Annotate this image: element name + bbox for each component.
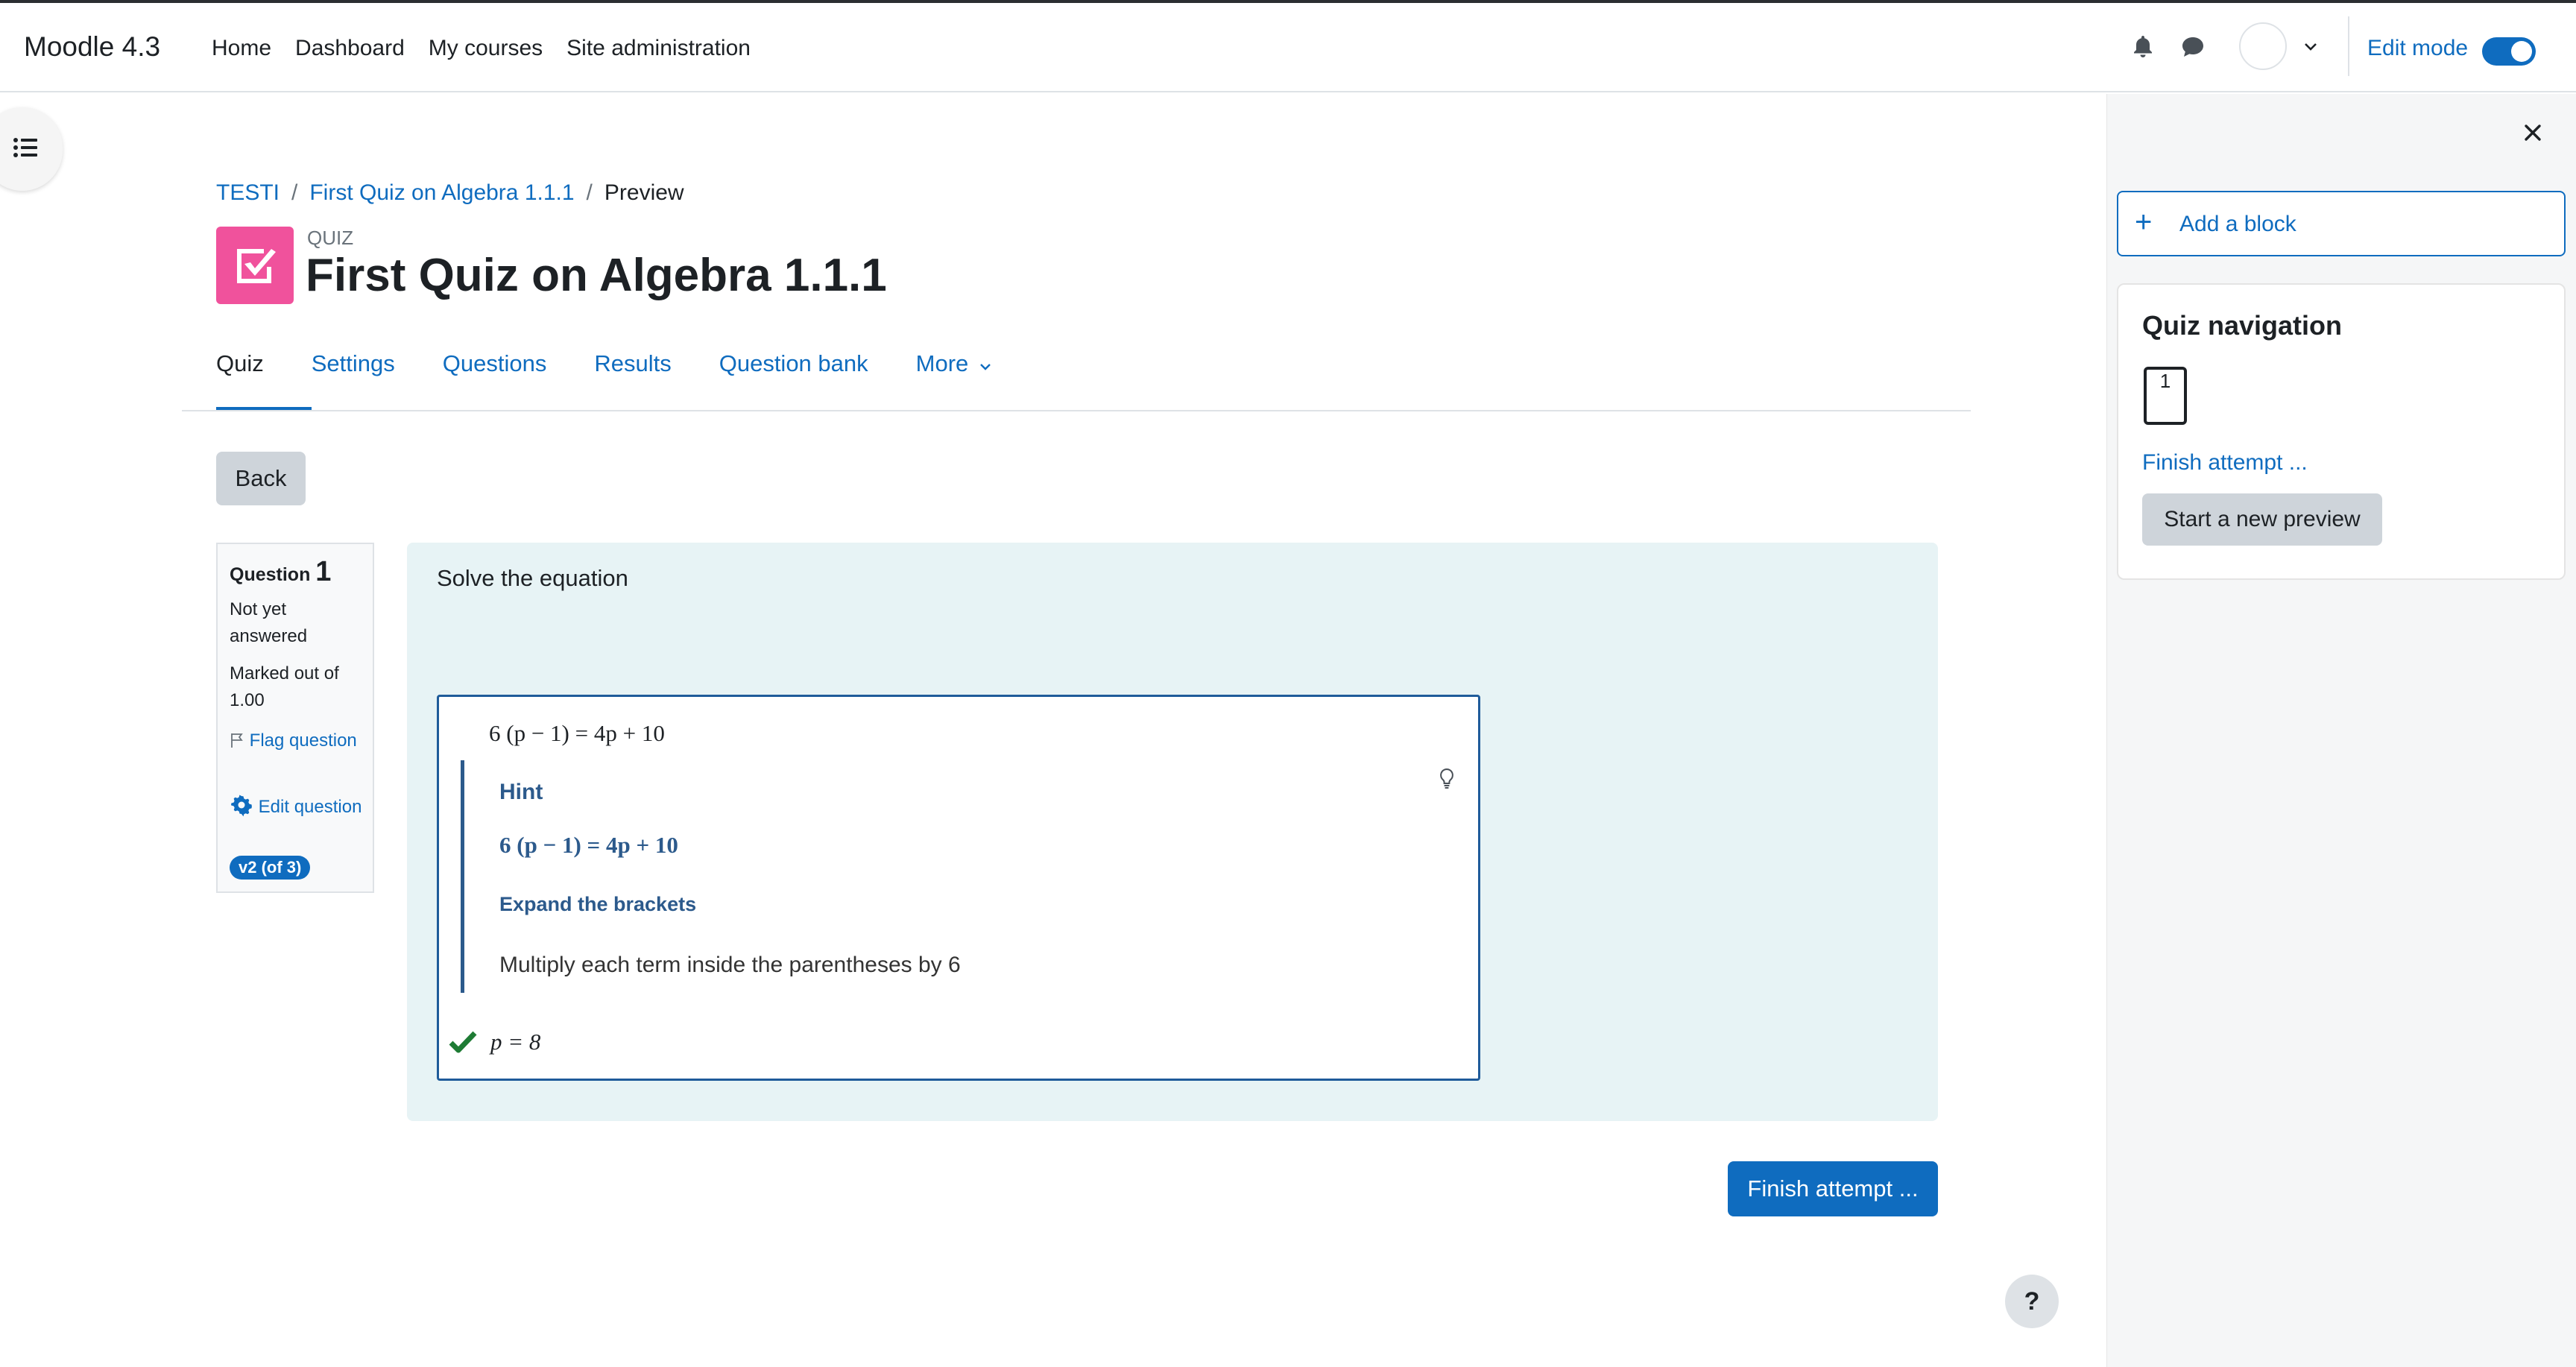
tab-settings[interactable]: Settings: [312, 350, 395, 377]
tab-quiz[interactable]: Quiz: [216, 350, 264, 377]
tab-results[interactable]: Results: [594, 350, 671, 377]
quiz-nav-question-number: 1: [2159, 370, 2171, 392]
secondary-nav-border: [182, 410, 1971, 411]
start-new-preview-button[interactable]: Start a new preview: [2142, 493, 2382, 546]
navbar-divider: [2348, 16, 2349, 76]
lightbulb-icon[interactable]: [1439, 768, 1455, 794]
hint-text: Multiply each term inside the parenthese…: [499, 953, 961, 977]
flag-icon: [231, 733, 243, 748]
user-menu-chevron-down-icon[interactable]: [2303, 42, 2318, 56]
edit-mode-toggle[interactable]: [2482, 37, 2536, 66]
tab-more-label: More: [915, 350, 969, 376]
tab-question-bank[interactable]: Question bank: [719, 350, 868, 377]
breadcrumb-current: Preview: [604, 180, 684, 205]
nav-home[interactable]: Home: [212, 36, 271, 61]
top-navbar: Moodle 4.3 Home Dashboard My courses Sit…: [0, 3, 2576, 92]
breadcrumb-course[interactable]: TESTI: [216, 180, 280, 206]
list-icon: [13, 138, 37, 157]
breadcrumb: TESTI / First Quiz on Algebra 1.1.1 / Pr…: [216, 180, 684, 206]
nav-my-courses[interactable]: My courses: [429, 36, 543, 61]
add-block-button[interactable]: + Add a block: [2117, 191, 2566, 256]
question-number: Question 1: [230, 556, 331, 588]
finish-attempt-link[interactable]: Finish attempt ...: [2142, 450, 2308, 476]
primary-navigation: Home Dashboard My courses Site administr…: [212, 36, 751, 61]
edit-question-label: Edit question: [258, 797, 362, 817]
edit-question-link[interactable]: Edit question: [230, 793, 364, 821]
module-type-label: QUIZ: [307, 227, 354, 249]
question-text: Solve the equation: [437, 565, 628, 591]
site-brand[interactable]: Moodle 4.3: [24, 31, 160, 63]
nav-dashboard[interactable]: Dashboard: [295, 36, 405, 61]
plus-icon: +: [2135, 206, 2153, 239]
gear-icon: [231, 795, 252, 817]
breadcrumb-separator: /: [586, 180, 593, 205]
equation: 6 (p − 1) = 4p + 10: [489, 720, 665, 746]
question-number-value: 1: [315, 556, 332, 587]
messages-chat-icon[interactable]: [2181, 36, 2205, 62]
question-state: Not yet answered: [230, 599, 308, 646]
course-index-toggle-button[interactable]: [0, 107, 63, 191]
page-title: First Quiz on Algebra 1.1.1: [306, 250, 887, 301]
tab-questions[interactable]: Questions: [443, 350, 547, 377]
secondary-navigation: Quiz Settings Questions Results Question…: [216, 350, 991, 377]
breadcrumb-separator: /: [291, 180, 298, 205]
quiz-module-icon: [216, 227, 294, 304]
tab-more[interactable]: More: [916, 350, 991, 377]
answer-area: [437, 695, 1480, 1081]
quiz-nav-question-button[interactable]: 1: [2144, 367, 2187, 425]
nav-site-administration[interactable]: Site administration: [566, 36, 751, 61]
question-grade: Marked out of 1.00: [230, 663, 339, 710]
hint-title: Hint: [499, 780, 543, 804]
answer-value: p = 8: [490, 1029, 541, 1055]
hint-border: [461, 760, 464, 993]
back-button[interactable]: Back: [216, 452, 306, 505]
close-drawer-icon[interactable]: [2522, 122, 2543, 147]
breadcrumb-quiz[interactable]: First Quiz on Algebra 1.1.1: [309, 180, 574, 206]
flag-question-label: Flag question: [249, 730, 357, 751]
quiz-navigation-block: Quiz navigation 1 Finish attempt ... Sta…: [2117, 283, 2566, 580]
chevron-down-icon: [980, 364, 991, 370]
quiz-navigation-title: Quiz navigation: [2142, 310, 2343, 341]
hint-equation: 6 (p − 1) = 4p + 10: [499, 832, 678, 858]
question-version-badge: v2 (of 3): [230, 856, 311, 880]
finish-attempt-button[interactable]: Finish attempt ...: [1728, 1161, 1938, 1216]
hint-subtitle: Expand the brackets: [499, 893, 697, 915]
help-button[interactable]: ?: [2005, 1275, 2059, 1328]
edit-mode-label: Edit mode: [2367, 36, 2469, 60]
correct-check-icon: [449, 1030, 477, 1058]
user-avatar[interactable]: [2239, 22, 2287, 70]
question-info-panel: Question 1 Not yet answered Marked out o…: [216, 543, 374, 893]
flag-question-link[interactable]: Flag question: [230, 727, 364, 754]
question-label: Question: [230, 564, 311, 585]
notifications-bell-icon[interactable]: [2132, 34, 2154, 62]
add-block-label: Add a block: [2179, 212, 2296, 236]
